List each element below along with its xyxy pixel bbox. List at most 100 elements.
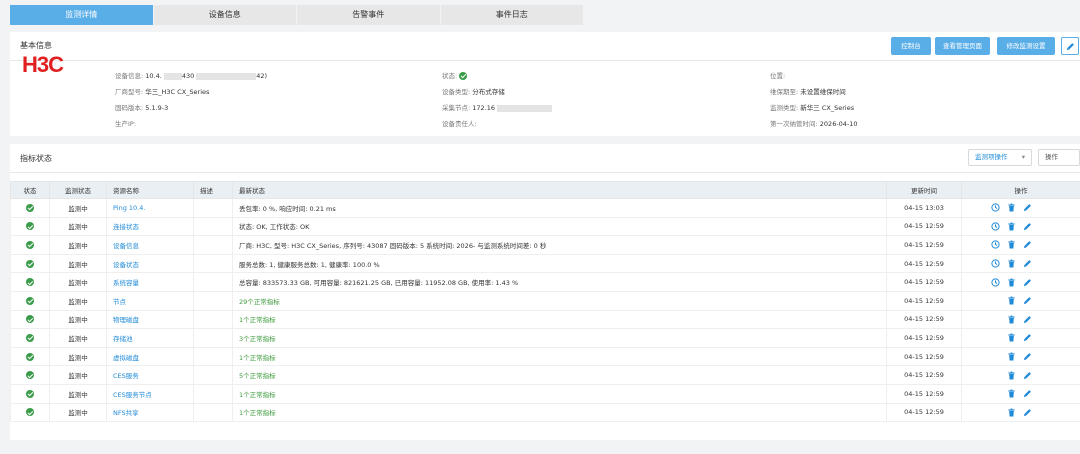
edit-pencil-icon[interactable] xyxy=(1023,352,1032,361)
edit-pencil-icon[interactable] xyxy=(1023,296,1032,305)
row-operations xyxy=(961,402,1080,423)
row-resource-link[interactable]: 设备信息 xyxy=(106,235,194,255)
tab-alarm-events[interactable]: 告警事件 xyxy=(297,5,441,25)
delete-trash-icon[interactable] xyxy=(1007,352,1016,361)
delete-trash-icon[interactable] xyxy=(1007,315,1016,324)
row-status-cell xyxy=(10,235,50,255)
row-latest-status: 1个正常指标 xyxy=(232,402,887,423)
monitor-type-row: 监测类型: 新华三 CX_Series xyxy=(770,104,855,112)
console-button[interactable]: 控制台 xyxy=(891,37,931,55)
row-operations xyxy=(961,198,1080,218)
delete-trash-icon[interactable] xyxy=(1007,240,1016,249)
delete-trash-icon[interactable] xyxy=(1007,371,1016,380)
delete-trash-icon[interactable] xyxy=(1007,259,1016,268)
edit-icon[interactable] xyxy=(1061,37,1079,55)
status-ok-icon xyxy=(26,203,34,212)
row-resource-link[interactable]: CES服务节点 xyxy=(106,383,194,404)
row-monitor-status: 监测中 xyxy=(49,328,107,348)
row-resource-link[interactable]: 节点 xyxy=(106,290,194,311)
row-update-time: 04-15 12:59 xyxy=(886,235,962,255)
row-operations xyxy=(961,235,1080,255)
edit-monitor-settings-button[interactable]: 修改监测设置 xyxy=(997,37,1055,55)
row-latest-status: 1个正常指标 xyxy=(232,346,887,367)
tab-monitor-detail[interactable]: 监测详情 xyxy=(10,5,154,25)
row-latest-status: 总容量: 833573.33 GB, 可用容量: 821621.25 GB, 已… xyxy=(232,272,887,292)
row-monitor-status: 监测中 xyxy=(49,402,107,423)
edit-pencil-icon[interactable] xyxy=(1023,222,1032,231)
delete-trash-icon[interactable] xyxy=(1007,389,1016,398)
edit-pencil-icon[interactable] xyxy=(1023,240,1032,249)
delete-trash-icon[interactable] xyxy=(1007,408,1016,417)
edit-pencil-icon[interactable] xyxy=(1023,371,1032,380)
table-row: 监测中 存储池 3个正常指标 04-15 12:59 xyxy=(10,328,1080,348)
row-resource-link[interactable]: 系统容量 xyxy=(106,272,194,292)
row-resource-link[interactable]: 物理磁盘 xyxy=(106,309,194,330)
row-resource-link[interactable]: 连接状态 xyxy=(106,216,194,237)
row-description xyxy=(193,365,233,385)
row-description xyxy=(193,253,233,274)
status-ok-icon xyxy=(26,296,34,305)
row-update-time: 04-15 12:59 xyxy=(886,272,962,292)
delete-trash-icon[interactable] xyxy=(1007,296,1016,305)
monitor-item-operation-dropdown[interactable]: 监测项操作 ▾ xyxy=(968,149,1032,166)
col-operation: 操作 xyxy=(961,181,1080,199)
row-operations xyxy=(961,290,1080,311)
row-latest-status: 厂商: H3C, 型号: H3C CX_Series, 序列号: 43087 固… xyxy=(232,235,887,255)
row-operations xyxy=(961,253,1080,274)
row-monitor-status: 监测中 xyxy=(49,216,107,237)
view-management-page-button[interactable]: 查看管理页面 xyxy=(935,37,990,55)
edit-pencil-icon[interactable] xyxy=(1023,259,1032,268)
operation-label: 操作 xyxy=(1045,153,1058,161)
device-owner-row: 设备责任人: xyxy=(442,120,477,128)
table-row: 监测中 设备信息 厂商: H3C, 型号: H3C CX_Series, 序列号: … xyxy=(10,235,1080,255)
row-latest-status: 状态: OK, 工作状态: OK xyxy=(232,216,887,237)
col-status: 状态 xyxy=(10,181,50,199)
row-monitor-status: 监测中 xyxy=(49,198,107,218)
row-description xyxy=(193,309,233,330)
delete-trash-icon[interactable] xyxy=(1007,203,1016,212)
col-update-time: 更新时间 xyxy=(886,181,962,199)
row-resource-link[interactable]: 存储池 xyxy=(106,328,194,348)
history-clock-icon[interactable] xyxy=(991,259,1000,268)
row-monitor-status: 监测中 xyxy=(49,309,107,330)
row-operations xyxy=(961,272,1080,292)
col-description: 描述 xyxy=(193,181,233,199)
edit-pencil-icon[interactable] xyxy=(1023,278,1032,287)
col-latest-status: 最新状态 xyxy=(232,181,887,199)
row-operations xyxy=(961,309,1080,330)
edit-pencil-icon[interactable] xyxy=(1023,333,1032,342)
production-ip-row: 生产IP: xyxy=(115,120,137,128)
row-resource-link[interactable]: 虚拟磁盘 xyxy=(106,346,194,367)
edit-pencil-icon[interactable] xyxy=(1023,408,1032,417)
row-resource-link[interactable]: Ping 10.4. xyxy=(106,198,194,218)
delete-trash-icon[interactable] xyxy=(1007,278,1016,287)
edit-pencil-icon[interactable] xyxy=(1023,389,1032,398)
table-row: 监测中 物理磁盘 1个正常指标 04-15 12:59 xyxy=(10,309,1080,330)
row-resource-link[interactable]: CES服务 xyxy=(106,365,194,385)
operation-dropdown[interactable]: 操作 xyxy=(1038,149,1080,166)
history-clock-icon[interactable] xyxy=(991,203,1000,212)
warranty-row: 维保期至: 未设置维保时间 xyxy=(770,88,846,96)
delete-trash-icon[interactable] xyxy=(1007,222,1016,231)
row-description xyxy=(193,346,233,367)
row-status-cell xyxy=(10,328,50,348)
row-status-cell xyxy=(10,309,50,330)
history-clock-icon[interactable] xyxy=(991,240,1000,250)
table-row: 监测中 系统容量 总容量: 833573.33 GB, 可用容量: 821621.2… xyxy=(10,272,1080,292)
edit-pencil-icon[interactable] xyxy=(1023,315,1032,324)
tab-device-info[interactable]: 设备信息 xyxy=(153,5,297,25)
row-resource-link[interactable]: 设备状态 xyxy=(106,253,194,274)
row-latest-status: 29个正常指标 xyxy=(232,290,887,311)
delete-trash-icon[interactable] xyxy=(1007,333,1016,342)
table-row: 监测中 CES服务节点 1个正常指标 04-15 12:59 xyxy=(10,383,1080,404)
row-description xyxy=(193,290,233,311)
row-description xyxy=(193,272,233,292)
row-latest-status: 1个正常指标 xyxy=(232,309,887,330)
tab-event-log[interactable]: 事件日志 xyxy=(440,5,584,25)
history-clock-icon[interactable] xyxy=(991,278,1000,287)
edit-pencil-icon[interactable] xyxy=(1023,203,1032,212)
history-clock-icon[interactable] xyxy=(991,222,1000,231)
row-resource-link[interactable]: NFS共享 xyxy=(106,402,194,423)
table-row: 监测中 NFS共享 1个正常指标 04-15 12:59 xyxy=(10,402,1080,423)
row-update-time: 04-15 12:59 xyxy=(886,365,962,385)
